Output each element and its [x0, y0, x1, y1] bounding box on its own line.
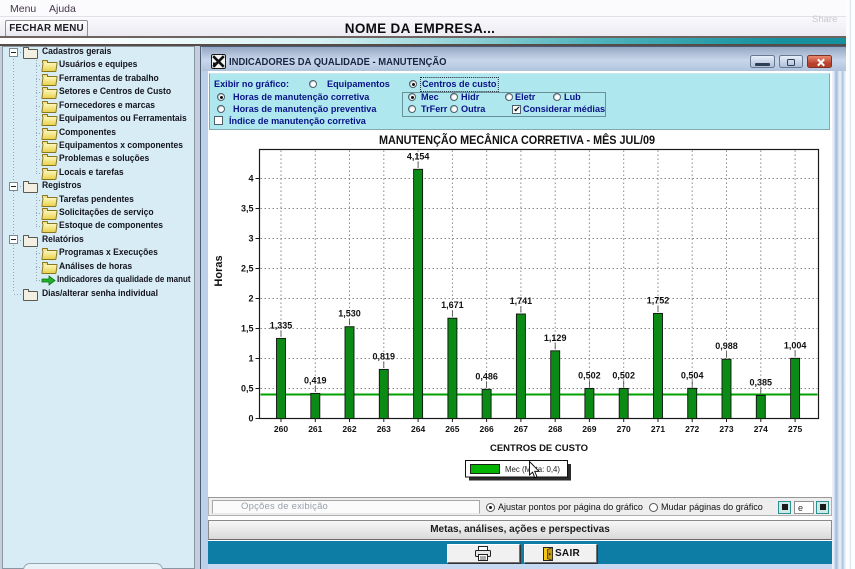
svg-text:Horas: Horas — [213, 255, 225, 286]
svg-text:1,335: 1,335 — [270, 320, 293, 330]
svg-text:272: 272 — [685, 424, 699, 434]
svg-text:275: 275 — [788, 424, 802, 434]
svg-text:MANUTENÇÃO MECÂNICA CORRETIVA: MANUTENÇÃO MECÂNICA CORRETIVA - MÊS JUL/… — [379, 134, 655, 147]
svg-text:267: 267 — [514, 424, 528, 434]
svg-text:261: 261 — [308, 424, 322, 434]
svg-text:1,752: 1,752 — [647, 295, 670, 305]
svg-text:1,741: 1,741 — [510, 296, 533, 306]
svg-text:263: 263 — [377, 424, 391, 434]
svg-text:273: 273 — [719, 424, 733, 434]
svg-text:1: 1 — [248, 354, 253, 364]
svg-text:1,671: 1,671 — [441, 300, 464, 310]
svg-text:0,5: 0,5 — [241, 384, 254, 394]
svg-text:3: 3 — [248, 234, 253, 244]
svg-text:264: 264 — [411, 424, 425, 434]
svg-text:0: 0 — [248, 414, 253, 424]
svg-text:274: 274 — [754, 424, 768, 434]
svg-text:260: 260 — [274, 424, 288, 434]
svg-text:265: 265 — [445, 424, 459, 434]
svg-text:269: 269 — [582, 424, 596, 434]
svg-text:0,819: 0,819 — [373, 351, 396, 361]
svg-text:4,154: 4,154 — [407, 151, 430, 161]
svg-text:2: 2 — [248, 294, 253, 304]
svg-text:1,530: 1,530 — [338, 309, 361, 319]
svg-text:266: 266 — [480, 424, 494, 434]
svg-text:271: 271 — [651, 424, 665, 434]
svg-text:0,504: 0,504 — [681, 370, 704, 380]
svg-text:0,419: 0,419 — [304, 375, 327, 385]
svg-text:268: 268 — [548, 424, 562, 434]
svg-text:2,5: 2,5 — [241, 264, 254, 274]
svg-text:0,988: 0,988 — [715, 341, 738, 351]
svg-text:4: 4 — [248, 174, 253, 184]
svg-text:270: 270 — [617, 424, 631, 434]
svg-text:1,129: 1,129 — [544, 333, 567, 343]
svg-text:1,5: 1,5 — [241, 324, 254, 334]
svg-text:0,385: 0,385 — [750, 377, 773, 387]
svg-text:CENTROS DE CUSTO: CENTROS DE CUSTO — [490, 443, 588, 454]
svg-text:0,502: 0,502 — [578, 370, 601, 380]
svg-text:3,5: 3,5 — [241, 204, 254, 214]
svg-text:1,004: 1,004 — [784, 340, 807, 350]
svg-text:0,486: 0,486 — [475, 371, 498, 381]
svg-text:0,502: 0,502 — [612, 370, 635, 380]
svg-text:262: 262 — [342, 424, 356, 434]
